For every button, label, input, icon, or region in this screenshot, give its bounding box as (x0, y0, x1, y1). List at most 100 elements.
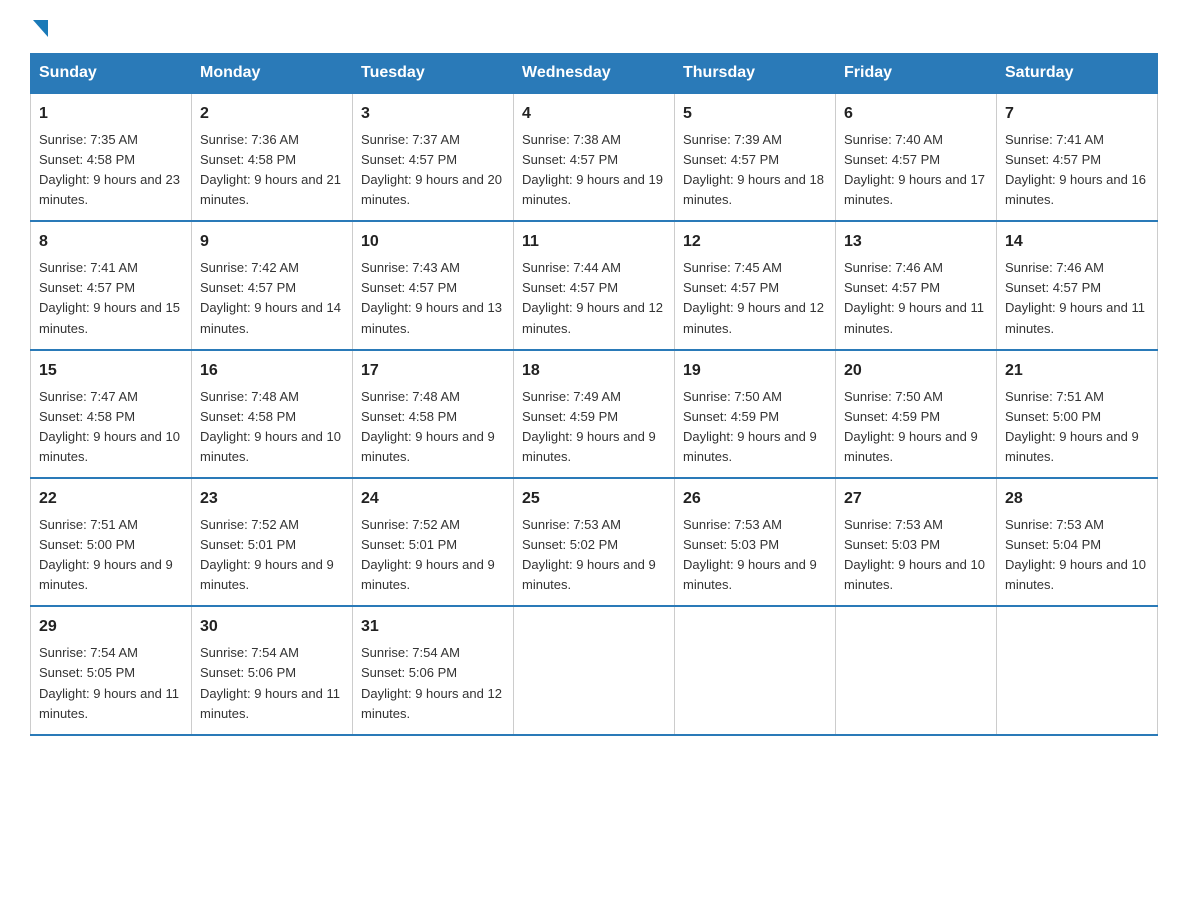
day-sunset: Sunset: 5:06 PM (200, 665, 296, 680)
day-daylight: Daylight: 9 hours and 11 minutes. (844, 300, 984, 335)
day-daylight: Daylight: 9 hours and 11 minutes. (200, 686, 340, 721)
day-number: 12 (683, 230, 827, 255)
calendar-cell: 17Sunrise: 7:48 AMSunset: 4:58 PMDayligh… (353, 350, 514, 478)
day-sunrise: Sunrise: 7:35 AM (39, 132, 138, 147)
day-number: 21 (1005, 359, 1149, 384)
day-sunrise: Sunrise: 7:49 AM (522, 389, 621, 404)
day-sunrise: Sunrise: 7:39 AM (683, 132, 782, 147)
day-daylight: Daylight: 9 hours and 9 minutes. (361, 429, 495, 464)
calendar-cell: 13Sunrise: 7:46 AMSunset: 4:57 PMDayligh… (836, 221, 997, 349)
day-daylight: Daylight: 9 hours and 13 minutes. (361, 300, 502, 335)
day-daylight: Daylight: 9 hours and 9 minutes. (361, 557, 495, 592)
calendar-cell: 8Sunrise: 7:41 AMSunset: 4:57 PMDaylight… (31, 221, 192, 349)
day-sunset: Sunset: 4:58 PM (39, 409, 135, 424)
calendar-table: SundayMondayTuesdayWednesdayThursdayFrid… (30, 53, 1158, 736)
day-number: 23 (200, 487, 344, 512)
calendar-week-row: 15Sunrise: 7:47 AMSunset: 4:58 PMDayligh… (31, 350, 1158, 478)
day-number: 29 (39, 615, 183, 640)
calendar-cell: 2Sunrise: 7:36 AMSunset: 4:58 PMDaylight… (192, 93, 353, 221)
day-number: 28 (1005, 487, 1149, 512)
day-sunset: Sunset: 4:57 PM (39, 280, 135, 295)
calendar-cell: 26Sunrise: 7:53 AMSunset: 5:03 PMDayligh… (675, 478, 836, 606)
day-sunrise: Sunrise: 7:48 AM (200, 389, 299, 404)
day-sunset: Sunset: 5:01 PM (200, 537, 296, 552)
day-sunset: Sunset: 5:01 PM (361, 537, 457, 552)
calendar-week-row: 29 Sunrise: 7:54 AM Sunset: 5:05 PM Dayligh… (31, 606, 1158, 734)
day-daylight: Daylight: 9 hours and 11 minutes. (1005, 300, 1145, 335)
day-number: 6 (844, 102, 988, 127)
calendar-cell: 11Sunrise: 7:44 AMSunset: 4:57 PMDayligh… (514, 221, 675, 349)
calendar-cell: 24Sunrise: 7:52 AMSunset: 5:01 PMDayligh… (353, 478, 514, 606)
day-sunset: Sunset: 5:03 PM (683, 537, 779, 552)
day-number: 31 (361, 615, 505, 640)
day-daylight: Daylight: 9 hours and 9 minutes. (683, 557, 817, 592)
calendar-cell: 21Sunrise: 7:51 AMSunset: 5:00 PMDayligh… (997, 350, 1158, 478)
day-daylight: Daylight: 9 hours and 9 minutes. (1005, 429, 1139, 464)
day-number: 25 (522, 487, 666, 512)
day-sunset: Sunset: 4:58 PM (361, 409, 457, 424)
day-number: 4 (522, 102, 666, 127)
day-sunset: Sunset: 5:02 PM (522, 537, 618, 552)
day-number: 3 (361, 102, 505, 127)
day-daylight: Daylight: 9 hours and 21 minutes. (200, 172, 341, 207)
day-number: 5 (683, 102, 827, 127)
calendar-cell: 29 Sunrise: 7:54 AM Sunset: 5:05 PM Dayligh… (31, 606, 192, 734)
day-number: 15 (39, 359, 183, 384)
day-daylight: Daylight: 9 hours and 9 minutes. (844, 429, 978, 464)
day-number: 26 (683, 487, 827, 512)
day-sunset: Sunset: 5:03 PM (844, 537, 940, 552)
day-sunset: Sunset: 5:05 PM (39, 665, 135, 680)
day-sunset: Sunset: 4:58 PM (39, 152, 135, 167)
calendar-cell: 16Sunrise: 7:48 AMSunset: 4:58 PMDayligh… (192, 350, 353, 478)
day-sunrise: Sunrise: 7:40 AM (844, 132, 943, 147)
logo-triangle-icon (33, 20, 48, 37)
calendar-cell: 14Sunrise: 7:46 AMSunset: 4:57 PMDayligh… (997, 221, 1158, 349)
day-sunrise: Sunrise: 7:46 AM (844, 260, 943, 275)
calendar-cell: 10Sunrise: 7:43 AMSunset: 4:57 PMDayligh… (353, 221, 514, 349)
day-sunrise: Sunrise: 7:52 AM (200, 517, 299, 532)
day-sunrise: Sunrise: 7:53 AM (844, 517, 943, 532)
day-sunrise: Sunrise: 7:42 AM (200, 260, 299, 275)
day-number: 20 (844, 359, 988, 384)
day-number: 14 (1005, 230, 1149, 255)
calendar-cell: 6Sunrise: 7:40 AMSunset: 4:57 PMDaylight… (836, 93, 997, 221)
header-thursday: Thursday (675, 54, 836, 94)
day-sunrise: Sunrise: 7:50 AM (844, 389, 943, 404)
day-sunrise: Sunrise: 7:36 AM (200, 132, 299, 147)
day-sunrise: Sunrise: 7:43 AM (361, 260, 460, 275)
calendar-header-row: SundayMondayTuesdayWednesdayThursdayFrid… (31, 54, 1158, 94)
calendar-cell (675, 606, 836, 734)
day-daylight: Daylight: 9 hours and 12 minutes. (361, 686, 502, 721)
day-sunrise: Sunrise: 7:46 AM (1005, 260, 1104, 275)
day-number: 8 (39, 230, 183, 255)
day-number: 13 (844, 230, 988, 255)
day-daylight: Daylight: 9 hours and 9 minutes. (39, 557, 173, 592)
day-daylight: Daylight: 9 hours and 17 minutes. (844, 172, 985, 207)
day-daylight: Daylight: 9 hours and 10 minutes. (1005, 557, 1146, 592)
day-daylight: Daylight: 9 hours and 9 minutes. (683, 429, 817, 464)
day-sunset: Sunset: 4:57 PM (522, 280, 618, 295)
calendar-cell: 20Sunrise: 7:50 AMSunset: 4:59 PMDayligh… (836, 350, 997, 478)
day-number: 11 (522, 230, 666, 255)
day-daylight: Daylight: 9 hours and 9 minutes. (200, 557, 334, 592)
day-sunset: Sunset: 5:06 PM (361, 665, 457, 680)
calendar-cell: 5Sunrise: 7:39 AMSunset: 4:57 PMDaylight… (675, 93, 836, 221)
day-daylight: Daylight: 9 hours and 15 minutes. (39, 300, 180, 335)
calendar-cell: 7Sunrise: 7:41 AMSunset: 4:57 PMDaylight… (997, 93, 1158, 221)
day-sunrise: Sunrise: 7:44 AM (522, 260, 621, 275)
day-number: 27 (844, 487, 988, 512)
calendar-cell: 27Sunrise: 7:53 AMSunset: 5:03 PMDayligh… (836, 478, 997, 606)
header-sunday: Sunday (31, 54, 192, 94)
day-daylight: Daylight: 9 hours and 18 minutes. (683, 172, 824, 207)
day-sunrise: Sunrise: 7:41 AM (1005, 132, 1104, 147)
day-daylight: Daylight: 9 hours and 11 minutes. (39, 686, 179, 721)
calendar-cell: 9Sunrise: 7:42 AMSunset: 4:57 PMDaylight… (192, 221, 353, 349)
day-number: 16 (200, 359, 344, 384)
day-sunset: Sunset: 4:57 PM (361, 152, 457, 167)
day-sunrise: Sunrise: 7:50 AM (683, 389, 782, 404)
calendar-cell: 19Sunrise: 7:50 AMSunset: 4:59 PMDayligh… (675, 350, 836, 478)
day-daylight: Daylight: 9 hours and 10 minutes. (39, 429, 180, 464)
day-sunrise: Sunrise: 7:54 AM (39, 645, 138, 660)
day-number: 22 (39, 487, 183, 512)
day-daylight: Daylight: 9 hours and 12 minutes. (683, 300, 824, 335)
